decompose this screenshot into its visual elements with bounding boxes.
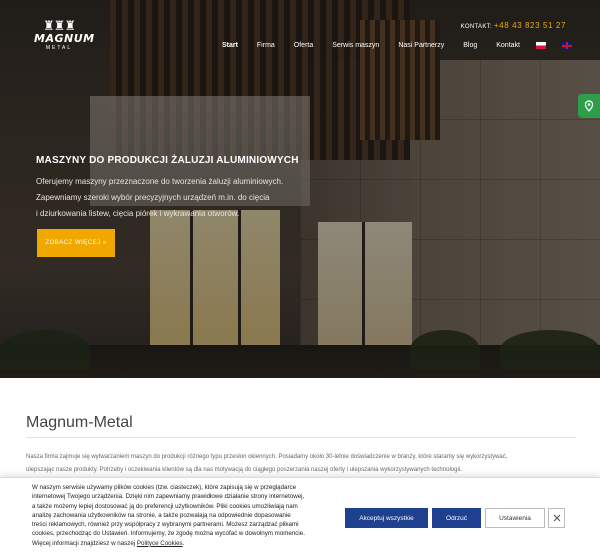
map-pin-phone-icon (584, 100, 594, 112)
nav-item-firma[interactable]: Firma (257, 42, 275, 49)
cookie-policy-link[interactable]: Polityce Cookies (137, 540, 183, 547)
section-text-line: Nasza firma zajmuje się wytwarzaniem mas… (26, 454, 508, 460)
flag-en-icon[interactable] (562, 42, 572, 49)
section-text: Nasza firma zajmuje się wytwarzaniem mas… (26, 451, 582, 477)
nav-item-oferta[interactable]: Oferta (294, 42, 313, 49)
nav-item-nasi-partnerzy[interactable]: Nasi Partnerzy (398, 42, 444, 49)
cookie-text-line: cookies, przechodząc do Ustawień. Inform… (32, 530, 305, 538)
cookie-banner: W naszym serwisie używamy plików cookies… (0, 477, 600, 560)
cookie-text: W naszym serwisie używamy plików cookies… (32, 483, 332, 548)
section-divider (26, 437, 576, 438)
nav-item-kontakt[interactable]: Kontakt (496, 42, 520, 49)
section-title: Magnum-Metal (26, 414, 133, 431)
cookie-text-line: W naszym serwisie używamy plików cookies… (32, 484, 297, 491)
nav-item-start[interactable]: Start (222, 42, 238, 49)
cookie-text-line: treści reklamowych, również przy współpr… (32, 521, 299, 529)
settings-button[interactable]: Ustawienia (485, 508, 545, 528)
hero-description-line: i dziurkowania listew, cięcia piórek i w… (36, 209, 240, 218)
cookie-more-info-suffix: . (182, 539, 185, 547)
header-contact: KONTAKT: +48 43 823 51 27 (461, 21, 566, 30)
cookie-text-last-line: Więcej informacji znajdziesz w naszej Po… (32, 539, 332, 548)
close-icon (553, 514, 560, 522)
cookie-text-line: internetowej Twojego urządzenia. Dzięki … (32, 493, 305, 501)
cookie-more-info-prefix: Więcej informacji znajdziesz w naszej (32, 539, 137, 547)
side-contact-button[interactable] (578, 94, 600, 118)
cookie-close-button[interactable] (548, 508, 565, 528)
main-nav: Start Firma Oferta Serwis maszyn Nasi Pa… (203, 42, 572, 49)
hero-description-line: Zapewniamy szeroki wybór precyzyjnych ur… (36, 193, 270, 202)
see-more-button[interactable]: ZOBACZ WIĘCEJ » (37, 229, 115, 257)
cookie-text-line: a także możemy lepiej dostosować ją do p… (32, 502, 298, 510)
reject-button[interactable]: Odrzuć (432, 508, 481, 528)
cookie-text-line: analizę zachowania użytkowników na stron… (32, 511, 291, 519)
hero-description: Oferujemy maszyny przeznaczone do tworze… (36, 174, 296, 222)
logo-sub: METAL (45, 45, 73, 51)
contact-label: KONTAKT: (460, 24, 492, 30)
contact-phone-link[interactable]: +48 43 823 51 27 (494, 21, 566, 30)
accept-all-button[interactable]: Akceptuj wszystkie (345, 508, 428, 528)
crown-icon: ♜♜♜ (43, 18, 76, 33)
hero-title: MASZYNY DO PRODUKCJI ŻALUZJI ALUMINIOWYC… (36, 155, 299, 166)
flag-pl-icon[interactable] (536, 42, 546, 49)
logo-word: MAGNUM (34, 32, 95, 45)
site-logo[interactable]: ♜♜♜ MAGNUM METAL (34, 18, 95, 58)
section-text-line: ulepszając nasze produkty. Potrzeby i oc… (26, 467, 462, 473)
nav-item-blog[interactable]: Blog (463, 42, 477, 49)
hero-description-line: Oferujemy maszyny przeznaczone do tworze… (36, 177, 284, 186)
nav-item-serwis-maszyn[interactable]: Serwis maszyn (332, 42, 379, 49)
